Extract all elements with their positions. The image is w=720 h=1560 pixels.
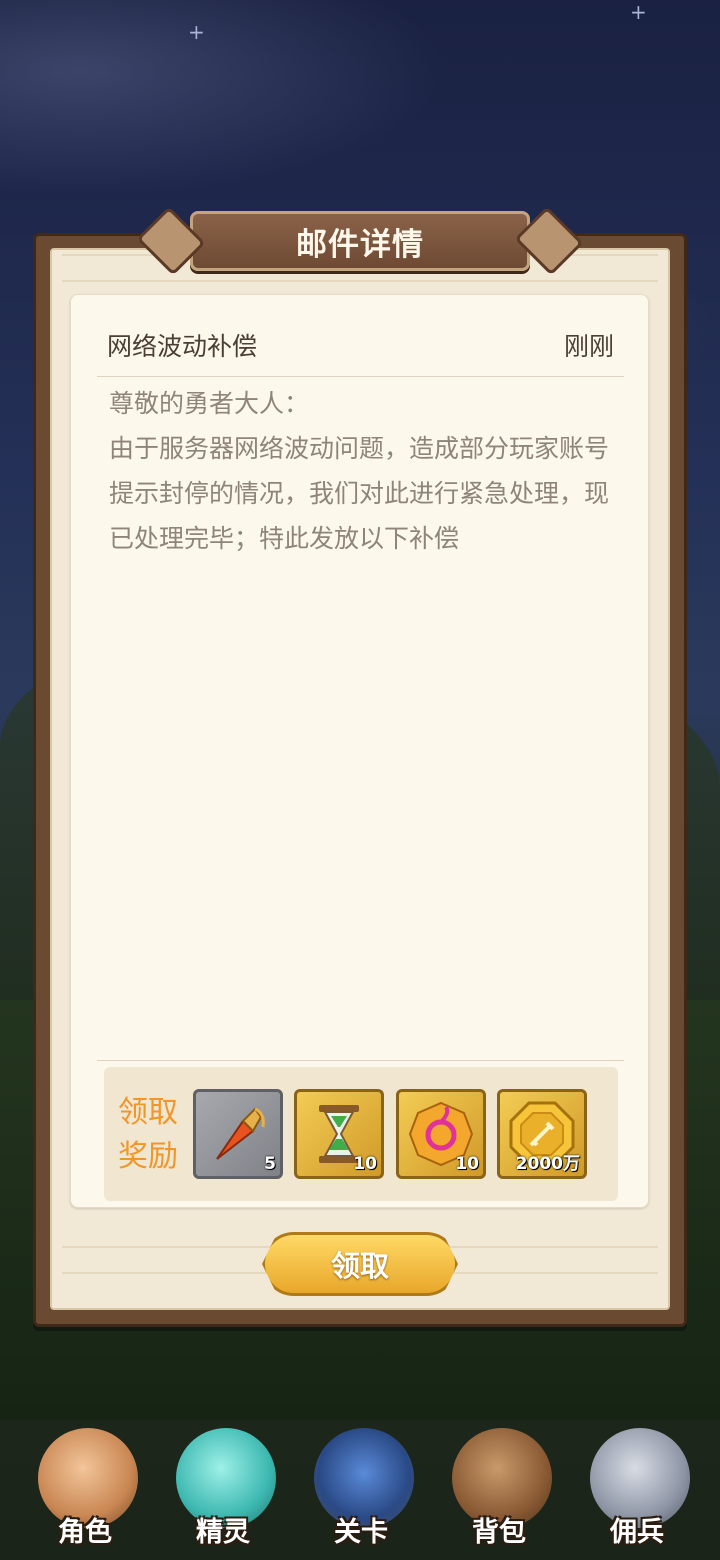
bottom-nav: 角色 精灵 关卡 背包 佣兵 xyxy=(0,1402,720,1560)
star-icon: + xyxy=(630,0,647,24)
mail-subject: 网络波动补偿 xyxy=(107,332,258,361)
nav-item-mercenary[interactable]: 佣兵 xyxy=(572,1402,702,1560)
reward-count: 5 xyxy=(264,1154,276,1174)
reward-item[interactable]: 10 xyxy=(294,1089,384,1179)
reward-count: 10 xyxy=(455,1154,479,1174)
star-icon: + xyxy=(188,20,205,44)
nav-label: 佣兵 xyxy=(610,1517,664,1548)
nav-label: 背包 xyxy=(472,1517,526,1548)
nav-item-backpack[interactable]: 背包 xyxy=(434,1402,564,1560)
nav-item-hero[interactable]: 角色 xyxy=(20,1402,150,1560)
mail-body: 尊敬的勇者大人： 由于服务器网络波动问题，造成部分玩家账号提示封停的情况，我们对… xyxy=(109,389,610,553)
reward-item[interactable]: 2000万 xyxy=(497,1089,587,1179)
claim-button[interactable]: 领取 xyxy=(262,1232,458,1296)
nav-label: 关卡 xyxy=(334,1517,388,1548)
mail-content-card: 网络波动补偿 刚刚 尊敬的勇者大人： 由于服务器网络波动问题，造成部分玩家账号提… xyxy=(70,294,649,1208)
nav-label: 角色 xyxy=(58,1517,112,1548)
reward-item[interactable]: 10 xyxy=(396,1089,486,1179)
reward-count: 2000万 xyxy=(515,1154,580,1174)
nav-item-stage[interactable]: 关卡 xyxy=(296,1402,426,1560)
reward-label: 领取奖励 xyxy=(118,1095,178,1174)
dialog-title-banner: 邮件详情 xyxy=(136,206,584,276)
dialog-title: 邮件详情 xyxy=(296,226,424,263)
nav-item-spirit[interactable]: 精灵 xyxy=(158,1402,288,1560)
header-divider xyxy=(97,376,624,377)
reward-panel: 领取奖励 5 10 10 2000万 xyxy=(104,1067,618,1201)
mail-timestamp: 刚刚 xyxy=(563,332,614,361)
nav-label: 精灵 xyxy=(196,1517,250,1548)
reward-item[interactable]: 5 xyxy=(193,1089,283,1179)
reward-divider xyxy=(97,1060,624,1061)
reward-count: 10 xyxy=(353,1154,377,1174)
